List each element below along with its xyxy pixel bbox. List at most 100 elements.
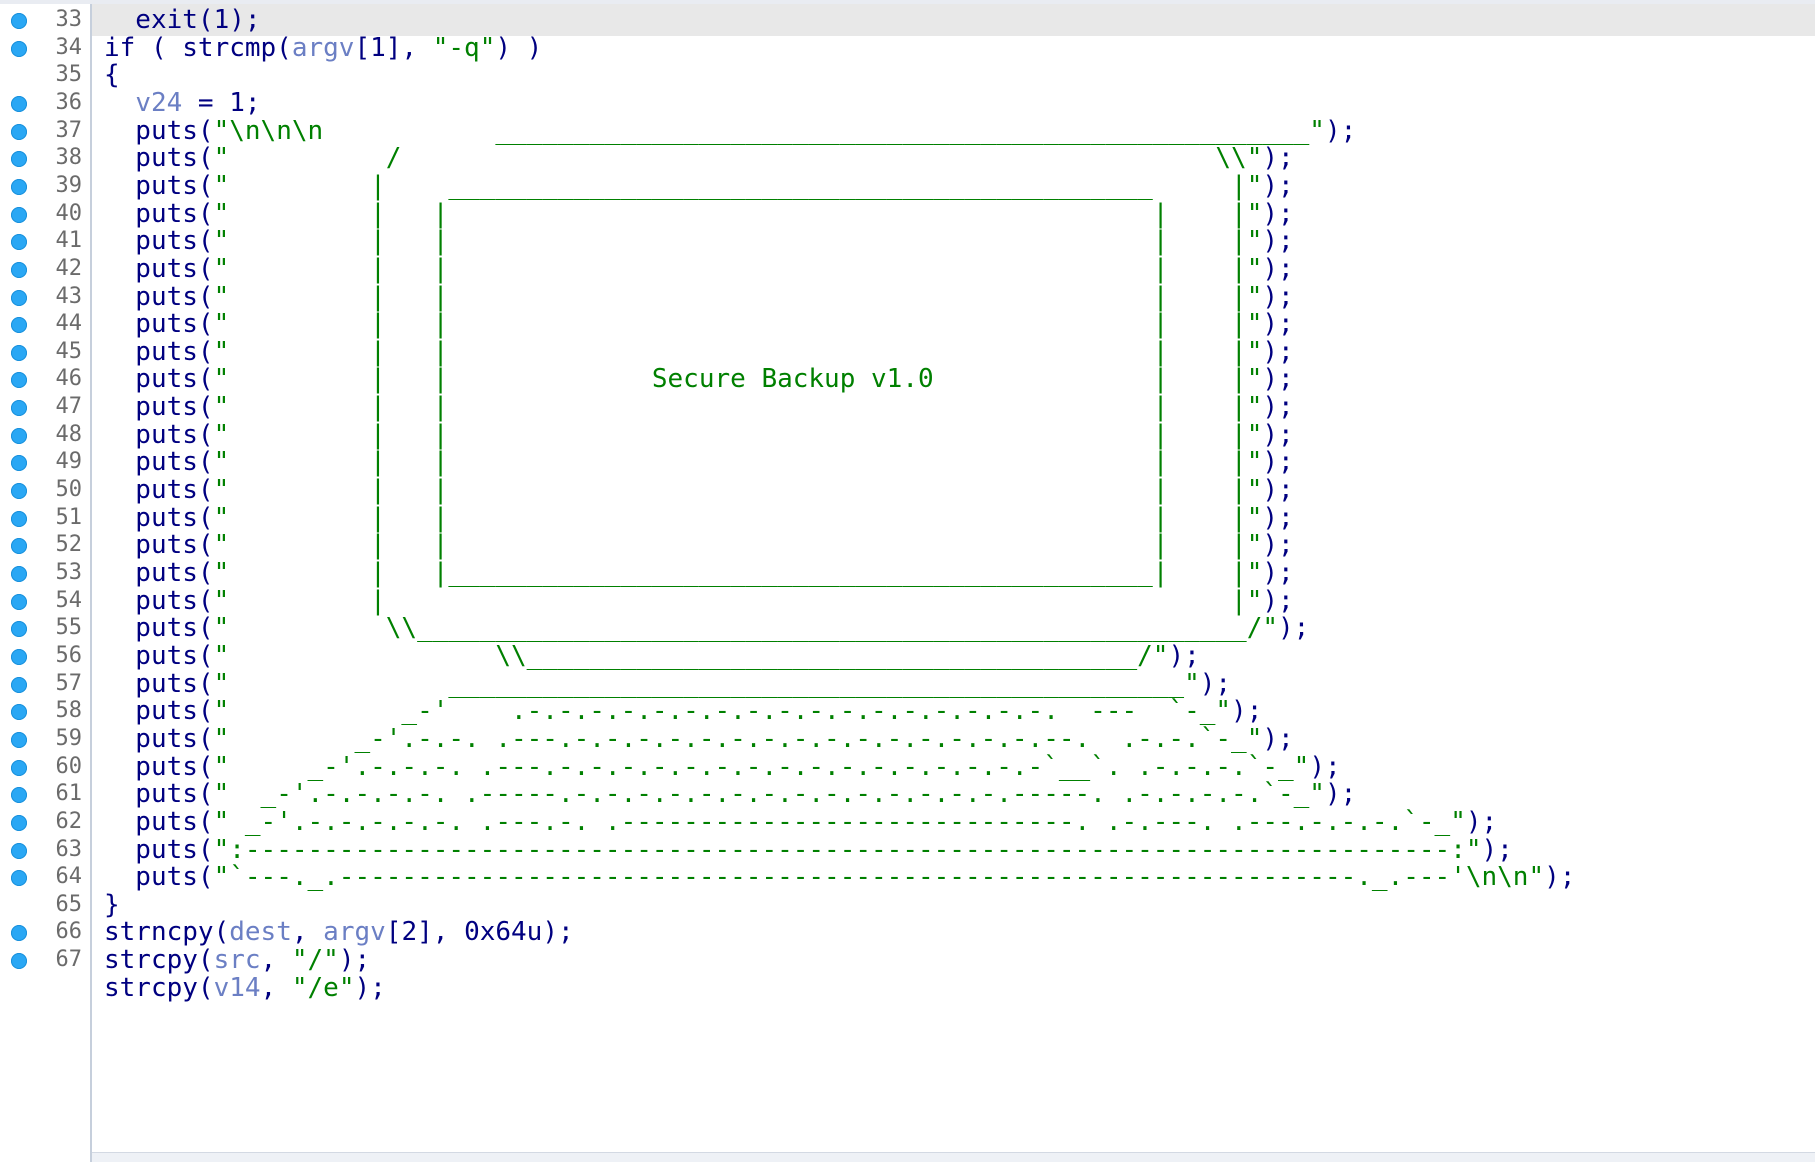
code-token: strncpy( <box>104 917 230 948</box>
breakpoint-dot-icon[interactable] <box>11 842 27 859</box>
breakpoint-dot-icon[interactable] <box>11 925 27 942</box>
breakpoint-dot-icon[interactable] <box>11 178 27 195</box>
breakpoint-dot-icon[interactable] <box>11 953 27 970</box>
breakpoint-dot-icon[interactable] <box>11 593 27 610</box>
breakpoint-dot-icon[interactable] <box>11 234 27 251</box>
code-token: puts( <box>104 364 214 395</box>
code-token: puts( <box>104 585 214 616</box>
code-token: ); <box>1231 696 1263 727</box>
breakpoint-dot-icon[interactable] <box>11 676 27 693</box>
code-token: puts( <box>104 779 214 810</box>
string-literal: " _-' .-.-.-.-.-.-.-.-.-.-.-.-.-.-.-.-.-… <box>213 696 1232 727</box>
code-token: puts( <box>104 447 214 478</box>
breakpoint-dot-icon[interactable] <box>11 123 27 140</box>
string-literal: " | | | |" <box>213 392 1263 423</box>
breakpoint-dot-icon[interactable] <box>11 814 27 831</box>
code-token: puts( <box>104 419 214 450</box>
string-literal: " | | Secure Backup v1.0 | |" <box>213 364 1263 395</box>
string-literal: " \\____________________________________… <box>213 613 1279 644</box>
code-token: puts( <box>104 170 214 201</box>
string-literal: "-q" <box>432 32 496 63</box>
string-literal: " | | | |" <box>213 475 1263 506</box>
string-literal: " | | | |" <box>213 253 1263 284</box>
code-token: [1], <box>354 32 433 63</box>
code-token: ); <box>1309 751 1341 782</box>
breakpoint-dot-icon[interactable] <box>11 510 27 527</box>
string-literal: " | | | |" <box>213 226 1263 257</box>
breakpoint-dot-icon[interactable] <box>11 151 27 168</box>
code-token: ); <box>1262 364 1294 395</box>
code-token: ); <box>338 945 371 976</box>
code-token: puts( <box>104 862 214 893</box>
gutter-line[interactable] <box>0 972 90 1004</box>
code-token: ); <box>1262 309 1294 340</box>
code-token: ); <box>1262 226 1294 257</box>
code-token: ); <box>1278 613 1310 644</box>
string-literal: "\n\n\n ________________________________… <box>213 115 1325 146</box>
line-number-gutter[interactable]: 33 34 35 36 37 38 39 40 41 42 43 44 45 46 47 48 49 50 51 52… <box>0 4 92 1162</box>
breakpoint-dot-icon[interactable] <box>11 95 27 112</box>
code-token: , <box>260 945 292 976</box>
code-token: puts( <box>104 198 214 229</box>
string-literal: " | | | |" <box>213 281 1263 312</box>
breakpoint-dot-icon[interactable] <box>11 566 27 582</box>
code-token: ); <box>1262 253 1294 284</box>
code-token: ); <box>1262 723 1294 754</box>
code-token: puts( <box>104 806 214 837</box>
string-literal: "`---._.--------------------------------… <box>213 862 1545 893</box>
code-token: [2], 0x64u); <box>385 917 574 948</box>
code-token: strcpy( <box>104 945 214 976</box>
breakpoint-dot-icon[interactable] <box>11 759 27 776</box>
code-token: puts( <box>104 336 214 367</box>
variable-token: argv <box>291 32 355 63</box>
breakpoint-dot-icon[interactable] <box>11 317 27 334</box>
code-token: puts( <box>104 226 214 257</box>
code-line[interactable]: strcpy(v14, "/e"); <box>92 972 1815 1004</box>
code-token: ); <box>1262 502 1294 533</box>
breakpoint-dot-icon[interactable] <box>11 731 27 748</box>
breakpoint-dot-icon[interactable] <box>11 427 27 444</box>
code-token: puts( <box>104 392 214 423</box>
code-token: puts( <box>104 115 214 146</box>
code-editor[interactable]: 33 34 35 36 37 38 39 40 41 42 43 44 45 46 47 48 49 50 51 52… <box>0 0 1815 1162</box>
code-token: puts( <box>104 558 214 588</box>
breakpoint-dot-icon[interactable] <box>11 261 27 278</box>
string-literal: " | ____________________________________… <box>213 170 1263 201</box>
code-token: ); <box>1324 779 1357 810</box>
horizontal-scrollbar[interactable] <box>92 1152 1815 1162</box>
code-token: ); <box>1168 640 1200 671</box>
code-token: ); <box>1465 806 1498 837</box>
code-token: puts( <box>104 253 214 284</box>
code-token: } <box>104 889 120 920</box>
breakpoint-dot-icon[interactable] <box>11 455 27 472</box>
variable-token: src <box>213 945 261 976</box>
code-token: ); <box>1262 447 1294 478</box>
breakpoint-dot-icon[interactable] <box>11 400 27 417</box>
breakpoint-dot-icon[interactable] <box>11 40 27 57</box>
breakpoint-dot-icon[interactable] <box>11 621 27 638</box>
code-token: puts( <box>104 613 214 644</box>
breakpoint-dot-icon[interactable] <box>11 344 27 361</box>
code-area[interactable]: exit(1); if ( strcmp(argv[1], "-q") ){ v2… <box>92 4 1815 1162</box>
breakpoint-dot-icon[interactable] <box>11 13 27 29</box>
code-token: exit(1); <box>104 5 261 35</box>
breakpoint-dot-icon[interactable] <box>11 870 27 887</box>
breakpoint-dot-icon[interactable] <box>11 483 27 500</box>
breakpoint-dot-icon[interactable] <box>11 704 27 721</box>
string-literal: " | | | |" <box>213 336 1263 367</box>
string-literal: " _-'.-.-.-.-.-. .---.-. .--------------… <box>213 806 1466 837</box>
breakpoint-dot-icon[interactable] <box>11 538 27 555</box>
code-token: ); <box>1262 170 1294 201</box>
string-literal: " | | | |" <box>213 419 1263 450</box>
breakpoint-dot-icon[interactable] <box>11 787 27 804</box>
string-literal: " | | | |" <box>213 502 1263 533</box>
string-literal: " | |" <box>213 585 1263 616</box>
breakpoint-dot-icon[interactable] <box>11 372 27 389</box>
code-token: puts( <box>104 640 214 671</box>
code-token: strcpy( <box>104 972 214 1003</box>
breakpoint-dot-icon[interactable] <box>11 648 27 665</box>
breakpoint-dot-icon[interactable] <box>11 289 27 306</box>
breakpoint-dot-icon[interactable] <box>11 206 27 223</box>
variable-token: v14 <box>213 972 261 1003</box>
